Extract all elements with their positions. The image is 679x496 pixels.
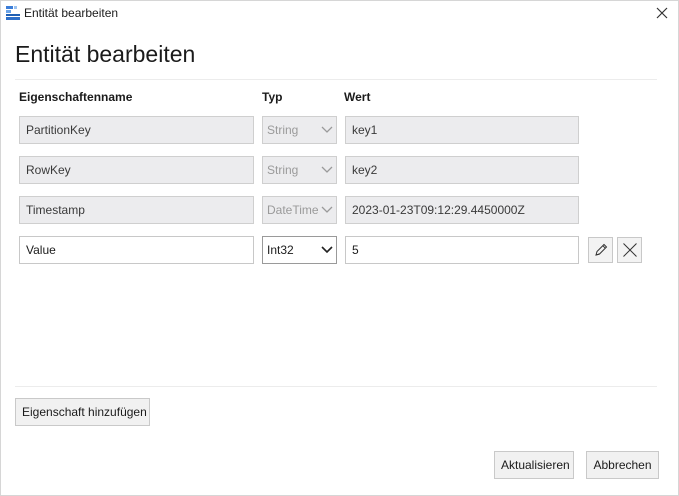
type-select: String (262, 156, 337, 184)
property-name-input[interactable]: Value (19, 236, 254, 264)
chevron-down-icon (321, 126, 333, 134)
chevron-down-icon (321, 246, 333, 254)
divider (15, 79, 657, 80)
update-button[interactable]: Aktualisieren (494, 451, 574, 479)
type-select: String (262, 116, 337, 144)
property-value-input[interactable]: 5 (345, 236, 579, 264)
type-select: DateTime (262, 196, 337, 224)
title-bar: Entität bearbeiten (1, 1, 678, 25)
edit-entity-dialog: Entität bearbeiten Entität bearbeiten Ei… (0, 0, 679, 496)
window-title: Entität bearbeiten (24, 6, 119, 20)
type-select[interactable]: Int32 (262, 236, 337, 264)
column-header-value: Wert (344, 90, 371, 104)
property-name-field: RowKey (19, 156, 254, 184)
delete-property-button[interactable] (617, 237, 642, 263)
property-name-field: Timestamp (19, 196, 254, 224)
cancel-button[interactable]: Abbrechen (586, 451, 659, 479)
storage-table-icon (6, 6, 20, 20)
close-button[interactable] (652, 3, 672, 23)
divider (15, 386, 657, 387)
type-select-value: String (267, 163, 299, 177)
property-value-field: 2023-01-23T09:12:29.4450000Z (345, 196, 579, 224)
column-header-name: Eigenschaftenname (19, 90, 133, 104)
chevron-down-icon (321, 206, 333, 214)
property-value-field: key2 (345, 156, 579, 184)
property-value-field: key1 (345, 116, 579, 144)
pencil-icon (595, 243, 608, 256)
page-title: Entität bearbeiten (15, 41, 196, 67)
x-icon (623, 243, 637, 257)
type-select-value: Int32 (267, 243, 294, 257)
chevron-down-icon (321, 166, 333, 174)
edit-property-button[interactable] (588, 237, 613, 263)
column-header-type: Typ (262, 90, 283, 104)
property-name-field: PartitionKey (19, 116, 254, 144)
add-property-button[interactable]: Eigenschaft hinzufügen (15, 398, 150, 426)
close-icon (656, 7, 668, 19)
type-select-value: String (267, 123, 299, 137)
type-select-value: DateTime (267, 203, 319, 217)
